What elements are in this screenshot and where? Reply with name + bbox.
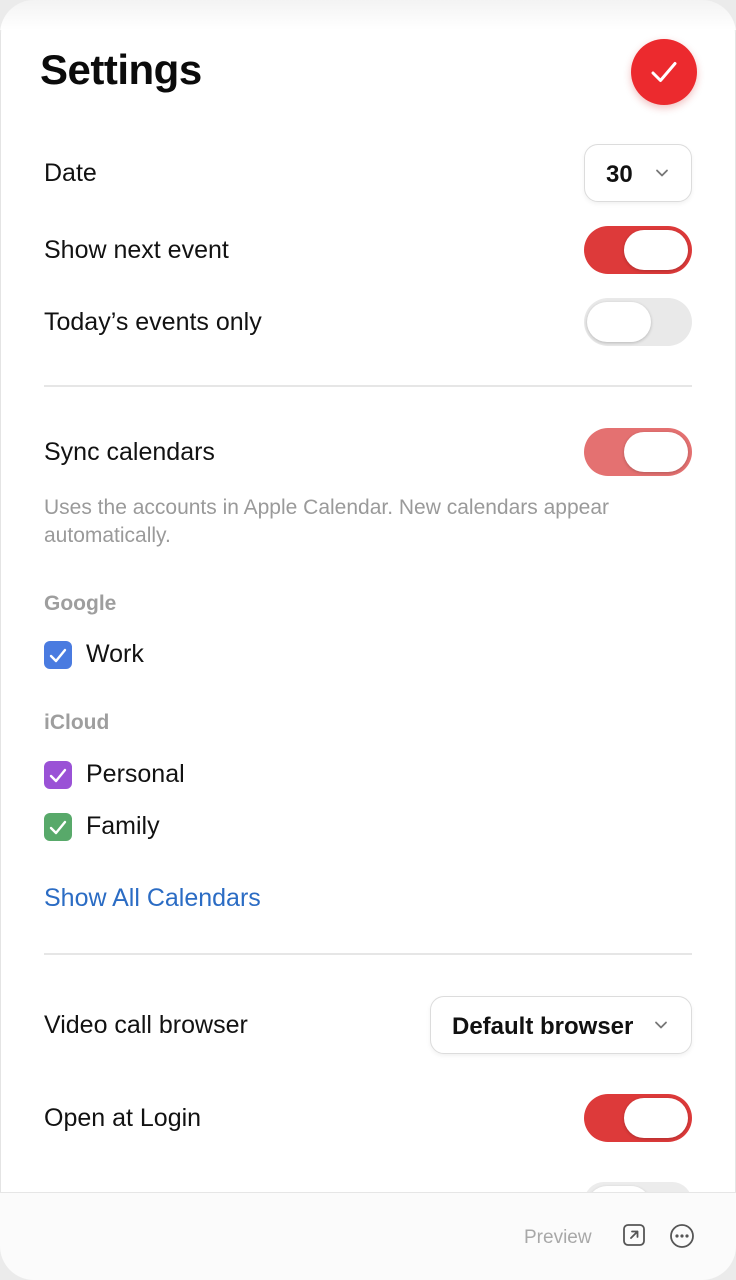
sync-calendars-toggle[interactable]	[584, 428, 692, 476]
video-call-browser-value: Default browser	[452, 1013, 634, 1040]
settings-window: Settings Date 30 Show next event Today’s…	[0, 0, 736, 1280]
page-title: Settings	[40, 46, 202, 93]
section-divider	[44, 953, 692, 955]
group-label-icloud: iCloud	[44, 711, 110, 734]
done-button[interactable]	[631, 39, 697, 105]
video-call-browser-select[interactable]: Default browser	[430, 996, 692, 1054]
calendar-label-family: Family	[86, 812, 160, 840]
toggle-knob	[587, 302, 651, 342]
calendar-checkbox-work[interactable]	[44, 641, 72, 669]
todays-events-only-toggle[interactable]	[584, 298, 692, 346]
chevron-down-icon	[655, 1021, 667, 1029]
sync-calendars-label: Sync calendars	[44, 438, 215, 466]
calendar-label-personal: Personal	[86, 760, 185, 788]
date-select[interactable]: 30	[584, 144, 692, 202]
date-value: 30	[606, 161, 633, 188]
calendar-checkbox-personal[interactable]	[44, 761, 72, 789]
show-next-event-label: Show next event	[44, 236, 229, 264]
open-external-icon[interactable]	[622, 1223, 646, 1247]
checkmark-icon	[49, 768, 67, 782]
group-label-google: Google	[44, 592, 117, 615]
checkmark-icon	[651, 62, 677, 82]
calendar-label-work: Work	[86, 640, 144, 668]
toggle-knob	[624, 432, 688, 472]
show-all-calendars-link[interactable]: Show All Calendars	[44, 884, 261, 913]
toggle-knob	[624, 1098, 688, 1138]
chevron-down-icon	[656, 169, 668, 177]
calendar-checkbox-family[interactable]	[44, 813, 72, 841]
preview-button[interactable]: Preview	[524, 1227, 592, 1249]
checkmark-icon	[49, 820, 67, 834]
open-at-login-toggle[interactable]	[584, 1094, 692, 1142]
section-divider	[44, 385, 692, 387]
todays-events-only-label: Today’s events only	[44, 308, 262, 336]
date-label: Date	[44, 159, 97, 187]
video-call-browser-label: Video call browser	[44, 1011, 248, 1039]
footer-bar: Preview	[0, 1192, 736, 1280]
sync-help-text: Uses the accounts in Apple Calendar. New…	[44, 496, 610, 547]
open-at-login-label: Open at Login	[44, 1104, 202, 1132]
toggle-knob	[624, 230, 688, 270]
more-options-icon[interactable]	[669, 1223, 695, 1249]
title-bar-fade	[0, 0, 736, 30]
show-next-event-toggle[interactable]	[584, 226, 692, 274]
checkmark-icon	[49, 648, 67, 662]
